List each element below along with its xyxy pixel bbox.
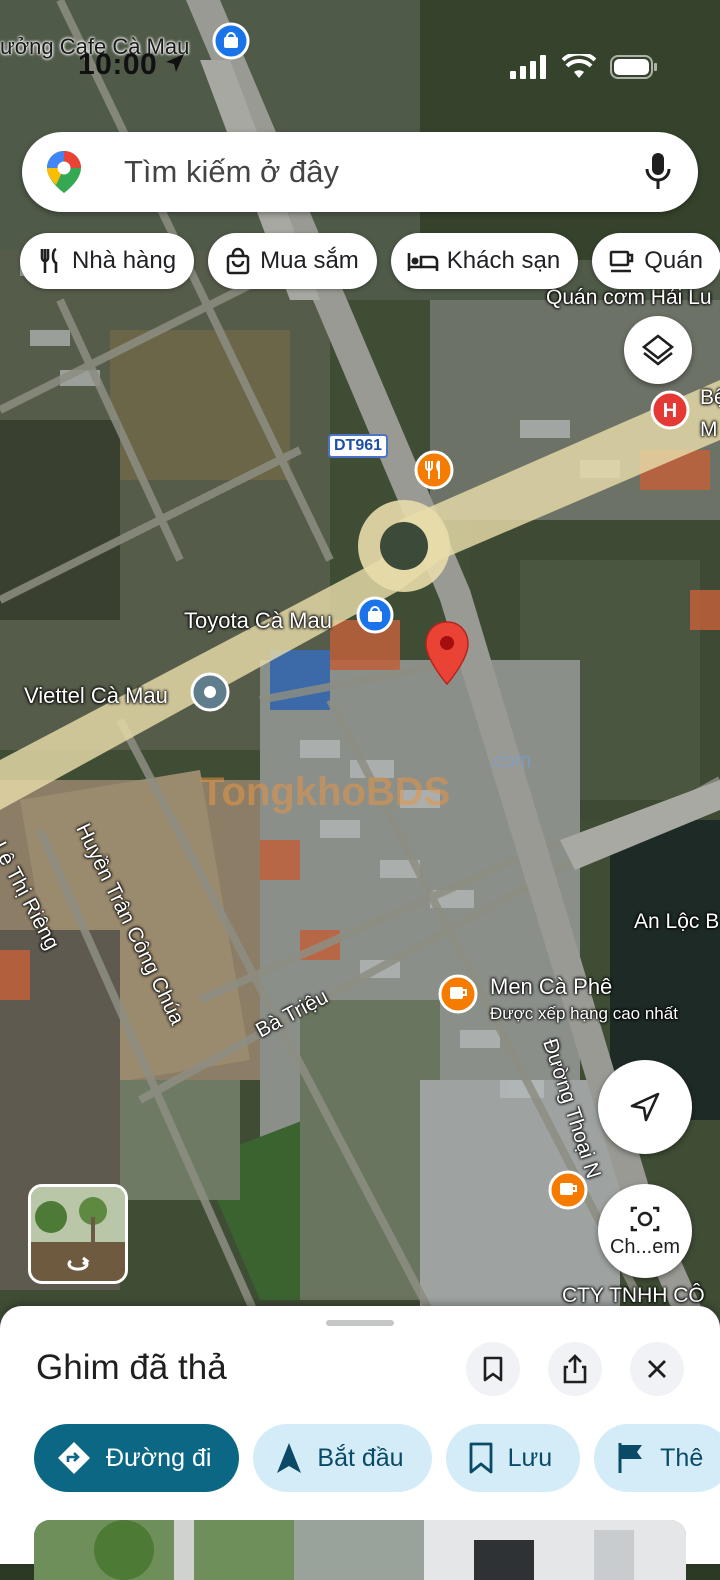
- save-bookmark-button[interactable]: [466, 1342, 520, 1396]
- my-location-button[interactable]: [598, 1060, 692, 1154]
- street-view-preview: [31, 1187, 125, 1281]
- chip-hotels[interactable]: Khách sạn: [390, 233, 579, 289]
- chip-label: Khách sạn: [446, 247, 561, 274]
- battery-icon: [610, 55, 657, 79]
- svg-text:H: H: [663, 400, 677, 422]
- map-label-men-subtitle: Được xếp hạng cao nhất: [490, 1004, 678, 1023]
- map-label-cty[interactable]: CTY TNHH CÔ: [562, 1284, 705, 1308]
- map-label-toyota[interactable]: Toyota Cà Mau: [184, 608, 332, 634]
- wifi-icon: [562, 54, 596, 78]
- map-label-quan-com[interactable]: Quán cơm Hải Lu: [546, 286, 712, 310]
- save-label: Lưu: [507, 1443, 553, 1472]
- chip-shopping[interactable]: Mua sắm: [208, 233, 377, 289]
- watermark: TongkhoBDS: [200, 770, 451, 814]
- close-button[interactable]: [630, 1342, 684, 1396]
- layers-button[interactable]: [624, 316, 692, 384]
- cafe-poi-2-icon[interactable]: [548, 1170, 588, 1216]
- flag-icon: [618, 1443, 643, 1473]
- shopping-bag-icon: [226, 247, 250, 275]
- directions-button[interactable]: Đường đi: [34, 1424, 240, 1492]
- save-button[interactable]: Lưu: [445, 1424, 581, 1492]
- directions-label: Đường đi: [106, 1443, 212, 1472]
- bookmark-icon: [469, 1442, 492, 1474]
- coffee-cup-icon: [609, 250, 634, 273]
- chip-label: Quán: [644, 247, 703, 274]
- start-label: Bắt đầu: [317, 1443, 404, 1472]
- cellular-signal-icon: [510, 55, 546, 79]
- map-label-men-ca-phe[interactable]: Men Cà Phê: [490, 974, 612, 1000]
- chip-restaurants[interactable]: Nhà hàng: [20, 233, 195, 289]
- map-label-hospital-b[interactable]: Bệ: [700, 386, 720, 410]
- viettel-poi-icon[interactable]: [190, 672, 230, 718]
- navigation-arrow-outline-icon: [630, 1092, 660, 1122]
- bed-icon: [407, 253, 439, 271]
- place-photo: [34, 1520, 686, 1580]
- layers-icon: [641, 334, 675, 366]
- bookmark-icon: [483, 1356, 503, 1382]
- place-bottom-sheet[interactable]: Ghim đã thả Đường đi Bắt đầu Lưu Thê: [0, 1306, 720, 1580]
- navigation-arrow-icon: [277, 1443, 302, 1473]
- fork-knife-icon: [40, 247, 58, 273]
- chip-cafes[interactable]: Quán: [592, 233, 720, 289]
- share-icon: [563, 1354, 587, 1384]
- dropped-pin-icon[interactable]: [424, 620, 470, 688]
- map-label-viettel[interactable]: Viettel Cà Mau: [24, 683, 168, 709]
- toyota-poi-icon[interactable]: [356, 596, 394, 640]
- status-bar: 10:00: [0, 0, 720, 130]
- street-view-thumbnail[interactable]: [28, 1184, 128, 1284]
- camera-search-icon: [630, 1206, 660, 1231]
- watermark-suffix: .com: [488, 750, 532, 772]
- status-time: 10:00: [78, 48, 158, 81]
- sheet-title: Ghim đã thả: [36, 1348, 227, 1387]
- search-bar[interactable]: Tìm kiếm ở đây: [22, 132, 698, 212]
- explore-button[interactable]: Ch...em: [598, 1184, 692, 1278]
- place-photo-preview[interactable]: [34, 1520, 686, 1580]
- chip-label: Mua sắm: [260, 247, 359, 274]
- action-buttons: Đường đi Bắt đầu Lưu Thê: [34, 1424, 720, 1492]
- hospital-poi-icon[interactable]: H: [650, 390, 690, 436]
- directions-icon: [58, 1442, 90, 1474]
- map-label-hospital-m[interactable]: M: [700, 418, 718, 442]
- google-maps-logo-icon: [47, 151, 81, 193]
- share-button[interactable]: [548, 1342, 602, 1396]
- label-label: Thê: [660, 1443, 704, 1472]
- close-icon: [648, 1360, 666, 1378]
- sheet-drag-handle[interactable]: [326, 1320, 394, 1326]
- explore-label: Ch...em: [609, 1235, 681, 1258]
- map-label-an-loc[interactable]: An Lộc B: [634, 910, 719, 934]
- cafe-poi-icon[interactable]: [438, 974, 478, 1020]
- road-shield-dt961: DT961: [328, 434, 389, 458]
- start-button[interactable]: Bắt đầu: [253, 1424, 432, 1492]
- category-chips: Nhà hàng Mua sắm Khách sạn Quán: [20, 233, 720, 289]
- label-button[interactable]: Thê: [594, 1424, 720, 1492]
- search-input[interactable]: Tìm kiếm ở đây: [124, 154, 339, 190]
- chip-label: Nhà hàng: [72, 247, 177, 274]
- microphone-icon[interactable]: [644, 151, 672, 193]
- location-arrow-icon: [166, 54, 184, 72]
- restaurant-poi-icon[interactable]: [414, 450, 454, 496]
